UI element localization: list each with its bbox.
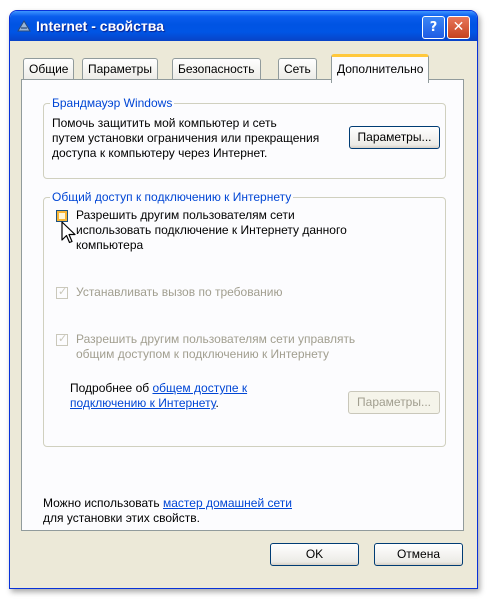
ics-group: Общий доступ к подключению к Интернету Р… [43,190,446,447]
tab-panel-advanced: Брандмауэр Windows Помочь защитить мой к… [21,79,464,531]
home-network-info: Можно использовать мастер домашней сети … [43,496,292,526]
tab-security[interactable]: Безопасность [172,58,261,80]
more-info-suffix: . [215,396,219,410]
home-network-wizard-link[interactable]: мастер домашней сети [163,496,292,510]
ics-settings-button[interactable]: Параметры... [348,391,440,414]
cancel-button[interactable]: Отмена [374,543,463,566]
dial-on-demand-checkbox[interactable]: ✓ [56,285,68,299]
tab-general[interactable]: Общие [23,58,75,80]
tab-network[interactable]: Сеть [278,58,317,80]
dial-on-demand-label[interactable]: Устанавливать вызов по требованию [76,285,282,300]
tab-advanced[interactable]: Дополнительно [331,54,430,83]
firewall-description: Помочь защитить мой компьютер и сеть пут… [52,116,320,160]
more-info-prefix: Подробнее об [70,381,150,395]
ok-button[interactable]: OK [270,543,359,566]
allow-sharing-label[interactable]: Разрешить другим пользователям сети испо… [76,208,347,253]
title-bar[interactable]: Internet - свойства ? ✕ [10,11,477,41]
ics-help-link-part1[interactable]: общем доступе к [152,381,247,395]
allow-control-checkbox[interactable]: ✓ [56,332,68,346]
ics-group-title: Общий доступ к подключению к Интернету [50,190,294,204]
close-button[interactable]: ✕ [447,16,470,39]
firewall-group: Брандмауэр Windows Помочь защитить мой к… [43,96,446,179]
ics-more-info: Подробнее об общем доступе к подключению… [70,381,247,411]
help-button[interactable]: ? [422,16,445,39]
home-network-line2: для установки этих свойств. [43,511,200,525]
check-icon: ✓ [58,332,68,345]
network-icon [17,20,31,32]
firewall-group-title: Брандмауэр Windows [50,96,175,110]
ics-help-link-part2[interactable]: подключению к Интернету [70,396,216,410]
properties-window: Internet - свойства ? ✕ Общие Параметры … [9,10,478,589]
check-icon: ✓ [58,285,68,298]
home-network-prefix: Можно использовать [43,496,160,510]
allow-control-label[interactable]: Разрешить другим пользователям сети упра… [76,332,355,362]
tab-settings[interactable]: Параметры [82,58,158,80]
arrow-cursor-icon [61,221,76,244]
firewall-settings-button[interactable]: Параметры... [349,126,440,149]
window-title: Internet - свойства [36,18,164,34]
